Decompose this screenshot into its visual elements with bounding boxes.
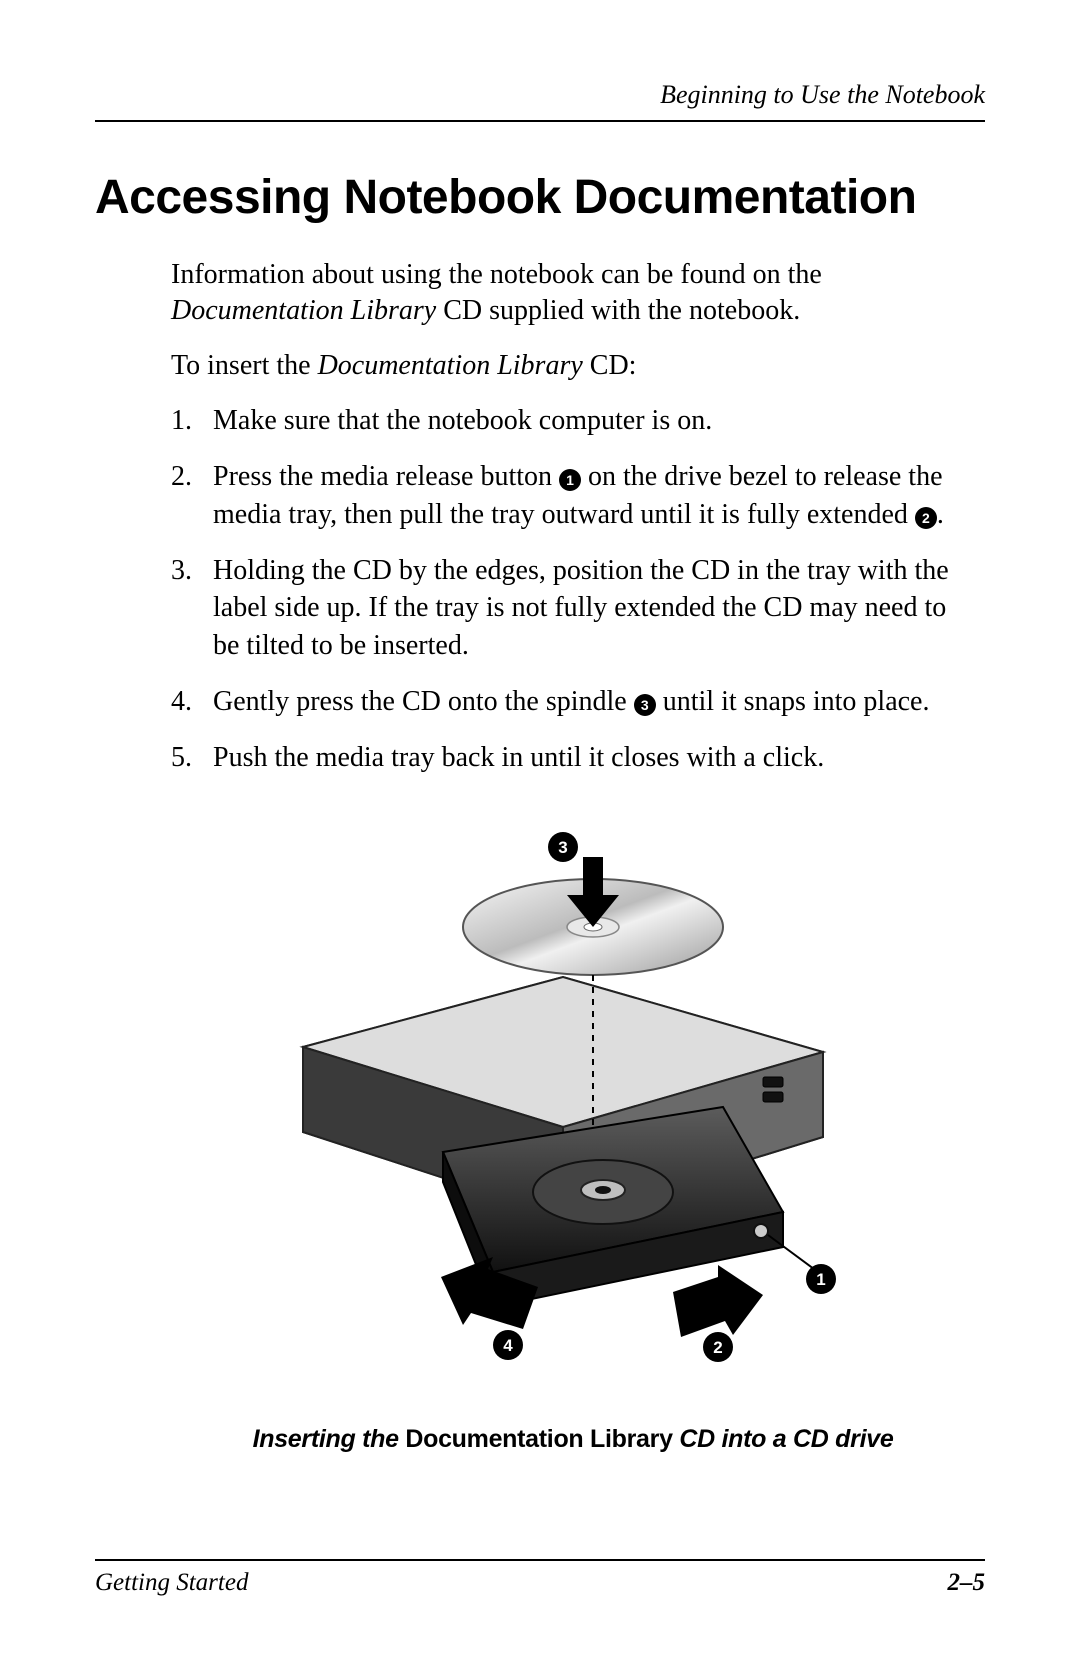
callout-2: 2 xyxy=(713,1338,722,1357)
steps-list: Make sure that the notebook computer is … xyxy=(171,402,975,776)
text: To insert the xyxy=(171,350,318,381)
callout-badge-2: 2 xyxy=(915,507,937,529)
arrow-right-icon xyxy=(673,1265,763,1337)
leader-line-1 xyxy=(768,1235,818,1272)
step-item: Push the media tray back in until it clo… xyxy=(171,739,975,777)
page-title: Accessing Notebook Documentation xyxy=(95,170,985,225)
text: Push the media tray back in until it clo… xyxy=(213,742,824,773)
callout-1: 1 xyxy=(816,1270,825,1289)
callout-4: 4 xyxy=(503,1336,513,1355)
callout-badge-3: 3 xyxy=(634,694,656,716)
callout-badge-1: 1 xyxy=(559,469,581,491)
callout-3: 3 xyxy=(558,838,567,857)
text: CD supplied with the notebook. xyxy=(436,295,800,326)
text: CD: xyxy=(583,350,637,381)
text: Press the media release button xyxy=(213,461,559,492)
step-item: Holding the CD by the edges, position th… xyxy=(171,552,975,665)
text: Holding the CD by the edges, position th… xyxy=(213,555,949,662)
text: . xyxy=(937,499,944,530)
page-footer: Getting Started 2–5 xyxy=(95,1559,985,1597)
text: Gently press the CD onto the spindle xyxy=(213,686,634,717)
emphasis: Documentation Library xyxy=(318,350,583,381)
text: Documentation Library xyxy=(405,1425,672,1453)
header-divider xyxy=(95,120,985,122)
emphasis: Documentation Library xyxy=(171,295,436,326)
text: CD into a CD drive xyxy=(673,1425,894,1453)
cd-drive-illustration: 3 1 xyxy=(263,817,883,1377)
text: Information about using the notebook can… xyxy=(171,259,822,290)
footer-left: Getting Started xyxy=(95,1569,248,1597)
figure-caption: Inserting the Documentation Library CD i… xyxy=(171,1425,975,1454)
footer-right: 2–5 xyxy=(948,1569,986,1597)
running-head: Beginning to Use the Notebook xyxy=(95,80,985,110)
text: until it snaps into place. xyxy=(656,686,930,717)
text: Make sure that the notebook computer is … xyxy=(213,405,712,436)
step-item: Make sure that the notebook computer is … xyxy=(171,402,975,440)
figure: 3 1 xyxy=(171,807,975,1387)
lead-paragraph: To insert the Documentation Library CD: xyxy=(171,348,975,384)
step-item: Gently press the CD onto the spindle 3 u… xyxy=(171,683,975,721)
intro-paragraph: Information about using the notebook can… xyxy=(171,257,975,330)
footer-divider xyxy=(95,1559,985,1561)
text: Inserting the xyxy=(253,1425,406,1453)
step-item: Press the media release button 1 on the … xyxy=(171,458,975,534)
